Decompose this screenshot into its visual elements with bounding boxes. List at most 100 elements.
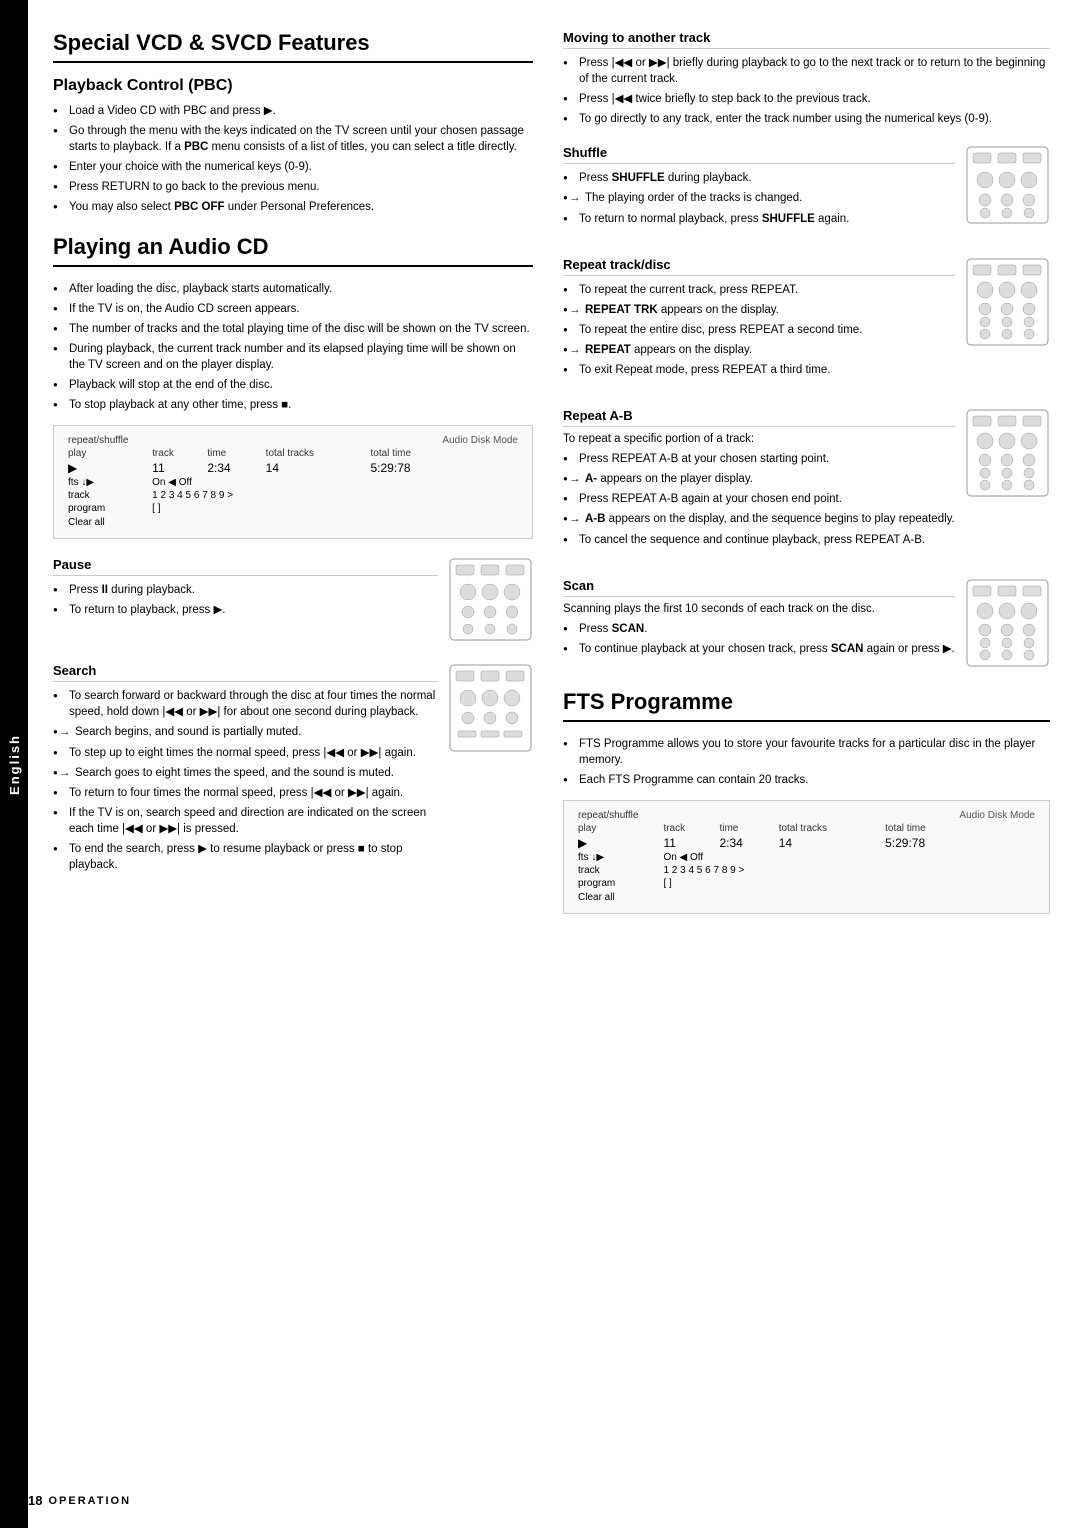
- list-item: Load a Video CD with PBC and press ▶.: [53, 103, 533, 119]
- list-item: Enter your choice with the numerical key…: [53, 159, 533, 175]
- moving-track-heading: Moving to another track: [563, 30, 1050, 49]
- pause-list: Press II during playback. To return to p…: [53, 582, 438, 618]
- list-item: Playback will stop at the end of the dis…: [53, 377, 533, 393]
- col-total-time-header: total time: [367, 447, 523, 460]
- remote-pause: [448, 557, 533, 645]
- fts-program-label: program: [574, 877, 659, 890]
- list-item: →A-B appears on the display, and the seq…: [563, 511, 955, 527]
- fts-track-label-display: track: [574, 864, 659, 877]
- side-tab: English: [0, 0, 28, 1528]
- on-off-label: On ◀ Off: [148, 476, 522, 489]
- repeat-ab-text: Repeat A-B To repeat a specific portion …: [563, 408, 955, 559]
- list-item: If the TV is on, the Audio CD screen app…: [53, 301, 533, 317]
- list-item: Press II during playback.: [53, 582, 438, 598]
- list-item: Press REPEAT A-B at your chosen starting…: [563, 451, 955, 467]
- section-pause: Pause Press II during playback. To retur…: [53, 557, 533, 645]
- section-shuffle: Shuffle Press SHUFFLE during playback. →…: [563, 145, 1050, 238]
- list-item: Press REPEAT A-B again at your chosen en…: [563, 491, 955, 507]
- list-item: To cancel the sequence and continue play…: [563, 532, 955, 548]
- player-display-1: repeat/shuffle Audio Disk Mode play trac…: [53, 425, 533, 539]
- remote-svg-repeat-ab: [965, 408, 1050, 498]
- pbc-heading: Playback Control (PBC): [53, 77, 533, 95]
- player-display-2: repeat/shuffle Audio Disk Mode play trac…: [563, 800, 1050, 914]
- list-item: You may also select PBC OFF under Person…: [53, 199, 533, 215]
- fts-col-play-header: play: [574, 822, 659, 835]
- total-tracks-value: 14: [262, 460, 367, 476]
- list-item: → Search goes to eight times the speed, …: [53, 765, 438, 781]
- fts-col-time-header: time: [715, 822, 774, 835]
- footer: 18 OPERATION: [28, 1493, 131, 1508]
- repeat-track-text: Repeat track/disc To repeat the current …: [563, 257, 955, 390]
- right-column: Moving to another track Press |◀◀ or ▶▶|…: [563, 30, 1050, 1498]
- list-item: Press |◀◀ or ▶▶| briefly during playback…: [563, 55, 1050, 87]
- repeat-ab-list: Press REPEAT A-B at your chosen starting…: [563, 451, 955, 547]
- list-item: To step up to eight times the normal spe…: [53, 745, 438, 761]
- list-item: To return to four times the normal speed…: [53, 785, 438, 801]
- list-item: Go through the menu with the keys indica…: [53, 123, 533, 155]
- repeat-ab-intro: To repeat a specific portion of a track:: [563, 433, 955, 445]
- list-item: To go directly to any track, enter the t…: [563, 111, 1050, 127]
- repeat-track-heading: Repeat track/disc: [563, 257, 955, 276]
- remote-repeat-ab: [965, 408, 1050, 501]
- list-item: To search forward or backward through th…: [53, 688, 438, 720]
- shuffle-list: Press SHUFFLE during playback. →The play…: [563, 170, 955, 226]
- audio-cd-list: After loading the disc, playback starts …: [53, 281, 533, 414]
- pause-text: Pause Press II during playback. To retur…: [53, 557, 438, 630]
- list-item: →The playing order of the tracks is chan…: [563, 190, 955, 206]
- fts-total-tracks-value: 14: [775, 835, 881, 851]
- track-numbers: 1 2 3 4 5 6 7 8 9 >: [148, 489, 522, 502]
- remote-svg-repeat-track: [965, 257, 1050, 347]
- fts-on-off: On ◀ Off: [659, 851, 1039, 864]
- list-item: →REPEAT TRK appears on the display.: [563, 302, 955, 318]
- remote-repeat-track: [965, 257, 1050, 350]
- search-heading: Search: [53, 663, 438, 682]
- clear-all-label: Clear all: [64, 515, 522, 530]
- remote-scan: [965, 578, 1050, 671]
- list-item: To stop playback at any other time, pres…: [53, 397, 533, 413]
- shuffle-heading: Shuffle: [563, 145, 955, 164]
- track-label-display: track: [64, 489, 148, 502]
- scan-text: Scan Scanning plays the first 10 seconds…: [563, 578, 955, 669]
- fts-col-track-header: track: [659, 822, 715, 835]
- language-label: English: [7, 734, 22, 795]
- program-val: [ ]: [148, 502, 522, 515]
- page-number: 18: [28, 1493, 42, 1508]
- list-item: To repeat the current track, press REPEA…: [563, 282, 955, 298]
- fts-list: FTS Programme allows you to store your f…: [563, 736, 1050, 788]
- program-label: program: [64, 502, 148, 515]
- list-item: To exit Repeat mode, press REPEAT a thir…: [563, 362, 955, 378]
- list-item: →A- appears on the player display.: [563, 471, 955, 487]
- fts-program-val: [ ]: [659, 877, 1039, 890]
- remote-svg-shuffle: [965, 145, 1050, 225]
- list-item: To continue playback at your chosen trac…: [563, 641, 955, 657]
- moving-track-list: Press |◀◀ or ▶▶| briefly during playback…: [563, 55, 1050, 127]
- list-item: After loading the disc, playback starts …: [53, 281, 533, 297]
- track-value: 11: [148, 460, 203, 476]
- col-total-tracks-header: total tracks: [262, 447, 367, 460]
- fts-label: fts ↓▶: [64, 476, 148, 489]
- list-item: To repeat the entire disc, press REPEAT …: [563, 322, 955, 338]
- list-item: If the TV is on, search speed and direct…: [53, 805, 438, 837]
- section-fts: FTS Programme FTS Programme allows you t…: [563, 689, 1050, 914]
- list-item: →REPEAT appears on the display.: [563, 342, 955, 358]
- audio-disk-mode-label: Audio Disk Mode: [367, 434, 523, 447]
- remote-svg-pause: [448, 557, 533, 642]
- fts-total-time-value: 5:29:78: [881, 835, 1039, 851]
- section-repeat-ab: Repeat A-B To repeat a specific portion …: [563, 408, 1050, 559]
- col-track-header: track: [148, 447, 203, 460]
- scan-heading: Scan: [563, 578, 955, 597]
- page: English Special VCD & SVCD Features Play…: [0, 0, 1080, 1528]
- list-item: The number of tracks and the total playi…: [53, 321, 533, 337]
- audio-cd-title: Playing an Audio CD: [53, 234, 533, 267]
- special-vcd-title: Special VCD & SVCD Features: [53, 30, 533, 63]
- section-audio-cd: Playing an Audio CD After loading the di…: [53, 234, 533, 540]
- list-item: To return to playback, press ▶.: [53, 602, 438, 618]
- list-item: → Search begins, and sound is partially …: [53, 724, 438, 740]
- list-item: During playback, the current track numbe…: [53, 341, 533, 373]
- section-scan: Scan Scanning plays the first 10 seconds…: [563, 578, 1050, 671]
- search-text: Search To search forward or backward thr…: [53, 663, 438, 885]
- play-value: ▶: [64, 460, 148, 476]
- left-column: Special VCD & SVCD Features Playback Con…: [53, 30, 533, 1498]
- fts-time-value: 2:34: [715, 835, 774, 851]
- pbc-list: Load a Video CD with PBC and press ▶. Go…: [53, 103, 533, 216]
